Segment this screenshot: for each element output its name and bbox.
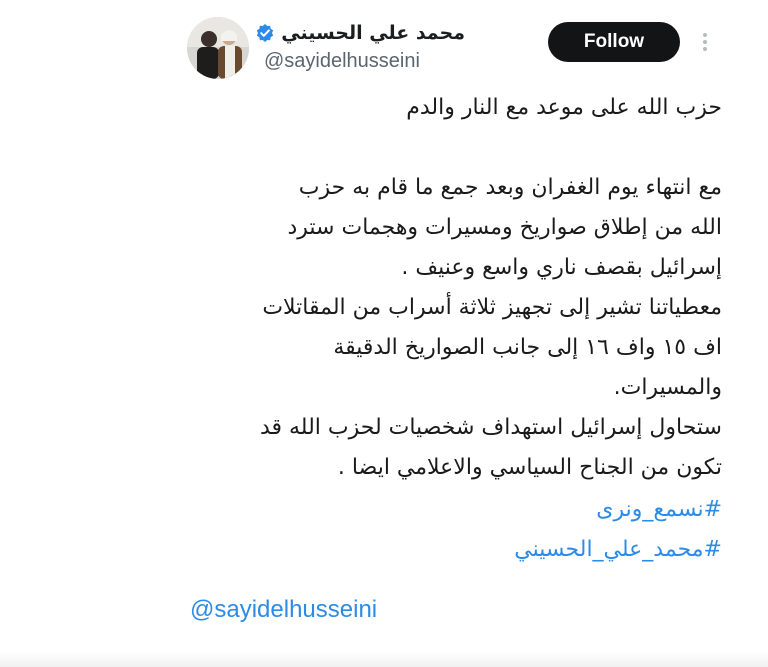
tweet-line: مع انتهاء يوم الغفران وبعد جمع ما قام به… (298, 175, 722, 200)
account-identity[interactable]: محمد علي الحسيني @sayidelhusseini (255, 14, 475, 84)
tweet-title-line: حزب الله على موعد مع النار والدم (406, 95, 722, 120)
follow-button[interactable]: Follow (548, 22, 680, 62)
tweet-line: والمسيرات. (613, 375, 722, 400)
avatar[interactable] (187, 17, 249, 79)
verified-badge-icon (255, 23, 275, 43)
tweet-line: معطياتنا تشير إلى تجهيز ثلاثة أسراب من ا… (262, 295, 722, 320)
hashtag-link[interactable]: #محمد_علي_الحسيني (514, 537, 722, 562)
tweet-card: محمد علي الحسيني @sayidelhusseini Follow… (0, 0, 768, 667)
tweet-line: الله من إطلاق صواريخ ومسيرات وهجمات سترد (287, 215, 722, 240)
account-handle[interactable]: @sayidelhusseini (264, 50, 420, 73)
tweet-line: اف ١٥ واف ١٦ إلى جانب الصواريخ الدقيقة (333, 335, 722, 360)
more-options-button[interactable] (694, 28, 716, 56)
tweet-line: إسرائيل بقصف ناري واسع وعنيف . (401, 255, 722, 280)
display-name[interactable]: محمد علي الحسيني (281, 22, 465, 44)
avatar-photo-icon (187, 17, 249, 79)
tweet-text: حزب الله على موعد مع النار والدم مع انته… (182, 88, 722, 570)
display-name-row: محمد علي الحسيني (255, 18, 465, 48)
divider (0, 652, 768, 667)
tweet-line: تكون من الجناح السياسي والاعلامي ايضا . (337, 455, 722, 480)
tweet-line: ستحاول إسرائيل استهداف شخصيات لحزب الله … (259, 415, 722, 440)
mention-link[interactable]: @sayidelhusseini (190, 596, 377, 624)
hashtag-link[interactable]: #نسمع_ونرى (596, 497, 722, 522)
more-vertical-icon (694, 28, 716, 56)
